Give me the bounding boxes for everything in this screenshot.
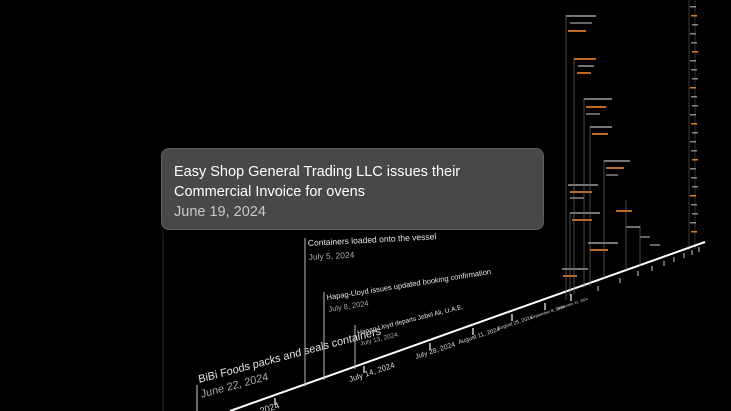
far-event-label <box>691 42 697 44</box>
far-event-label <box>690 141 696 143</box>
event-tooltip: Easy Shop General Trading LLC issues the… <box>161 148 544 230</box>
far-event-label <box>692 186 698 188</box>
far-event-label <box>691 96 697 98</box>
far-event-label <box>691 231 697 233</box>
far-event-label <box>577 72 591 74</box>
far-event-label <box>692 159 698 161</box>
far-event-label <box>692 132 698 134</box>
far-event-label <box>566 15 596 17</box>
far-event-label <box>606 167 624 169</box>
far-event-label <box>690 168 696 170</box>
far-event-label <box>690 6 696 8</box>
far-event-label <box>616 210 632 212</box>
axis-tick-label: August 25, 2024 <box>497 315 534 332</box>
event-title: Hapag-Lloyd departs Jebel Ali, U.A.E. <box>357 304 464 337</box>
far-event-label <box>574 58 596 60</box>
far-event-label <box>690 114 696 116</box>
event-title: Hapag-Lloyd issues updated booking confi… <box>326 267 492 302</box>
far-event-label <box>690 87 696 89</box>
timeline-scene[interactable]: 2024 July 14, 2024 July 28, 2024 August 11,… <box>0 0 731 411</box>
far-event-label <box>692 105 698 107</box>
axis-tick-label: 2024 <box>259 400 281 411</box>
far-event-label <box>584 98 612 100</box>
far-event-label <box>568 30 586 32</box>
far-event-label <box>570 212 600 214</box>
event-containers-loaded[interactable]: Containers loaded onto the vessel July 5… <box>304 231 437 386</box>
far-event-label <box>650 244 660 246</box>
far-event-label <box>570 191 592 193</box>
far-event-label <box>578 65 594 67</box>
far-event-label <box>592 133 608 135</box>
far-event-label <box>690 33 696 35</box>
far-event-label <box>691 177 697 179</box>
far-event-label <box>691 123 697 125</box>
far-event-label <box>626 226 640 228</box>
far-event-label <box>692 24 698 26</box>
far-event-label <box>570 22 592 24</box>
timeline-axis <box>229 241 706 411</box>
far-event-label <box>586 106 606 108</box>
far-event-label <box>568 184 598 186</box>
axis-tick-label: July 28, 2024 <box>414 341 456 361</box>
tooltip-title: Easy Shop General Trading LLC issues the… <box>174 164 461 200</box>
axis-tick-label: August 11, 2024 <box>458 327 502 346</box>
far-event-label <box>606 174 618 176</box>
far-event-label <box>690 222 696 224</box>
far-event-label <box>692 78 698 80</box>
event-title: Containers loaded onto the vessel <box>308 231 437 248</box>
far-event-label <box>692 213 698 215</box>
far-event-label <box>590 126 612 128</box>
event-date: July 5, 2024 <box>308 250 355 262</box>
far-event-label <box>572 219 592 221</box>
far-event-label <box>586 113 600 115</box>
far-event-label <box>691 69 697 71</box>
far-event-label <box>590 249 608 251</box>
axis-tick-label: September 22, 2024 <box>556 297 588 311</box>
tooltip-date: June 19, 2024 <box>174 204 266 220</box>
far-event-label <box>691 15 697 17</box>
far-event-label <box>640 236 650 238</box>
far-events <box>562 6 698 300</box>
far-event-label <box>588 242 618 244</box>
far-event-label <box>690 195 696 197</box>
event-packs-containers[interactable]: BiBi Foods packs and seals containers Ju… <box>196 325 385 411</box>
far-event-label <box>691 150 697 152</box>
far-event-label <box>570 197 584 199</box>
far-event-label <box>691 204 697 206</box>
far-event-label <box>690 60 696 62</box>
far-event-label <box>692 51 698 53</box>
far-event-label <box>604 160 630 162</box>
